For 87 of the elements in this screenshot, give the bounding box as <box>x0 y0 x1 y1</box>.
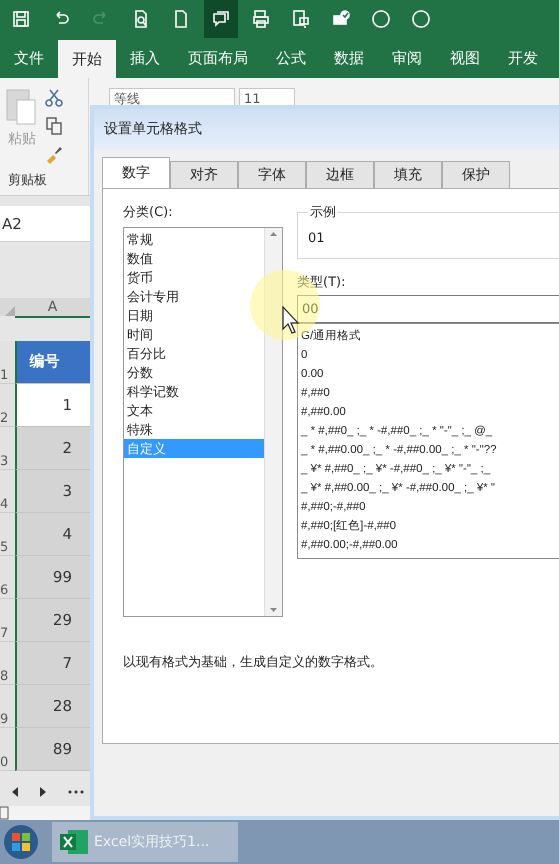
list-item[interactable]: #,##0.00 <box>301 402 559 421</box>
category-list[interactable]: 常规 数值 货币 会计专用 日期 时间 百分比 分数 科学记数 文本 特殊 自定义 <box>123 227 283 617</box>
up-arrow-icon[interactable] <box>270 232 277 236</box>
save-icon <box>11 9 31 29</box>
left-arrow-icon[interactable] <box>12 786 18 797</box>
ribbon-tab[interactable]: 公式 <box>262 38 320 78</box>
list-item[interactable]: 货币 <box>124 268 264 287</box>
list-item[interactable]: 0 <box>301 345 559 364</box>
list-item[interactable]: 分数 <box>124 363 264 382</box>
row-number: 8 <box>0 642 15 685</box>
row-number: 2 <box>0 384 15 427</box>
list-item[interactable]: #,##0;[红色]-#,##0 <box>301 516 559 535</box>
copy-icon[interactable] <box>44 116 64 136</box>
dialog-title: 设置单元格格式 <box>94 109 559 149</box>
list-item[interactable]: 日期 <box>124 306 264 325</box>
type-label: 类型(T): <box>297 274 346 291</box>
list-item[interactable]: 数值 <box>124 249 264 268</box>
list-item[interactable]: _ * #,##0.00_ ;_ * -#,##0.00_ ;_ * "-"?? <box>301 440 559 459</box>
ribbon-tab[interactable]: 页面布局 <box>174 38 262 78</box>
table-cell: 29 <box>15 598 90 642</box>
row-number: 4 <box>0 470 15 513</box>
row-number: 5 <box>0 512 15 556</box>
table-cell: 2 <box>15 426 90 470</box>
list-item[interactable]: _ ¥* #,##0.00_ ;_ ¥* -#,##0.00_ ;_ ¥* " <box>301 478 559 497</box>
dialog-tab[interactable]: 边框 <box>306 161 374 189</box>
comment-icon <box>211 9 231 29</box>
screen-icon <box>291 9 311 29</box>
list-item[interactable]: _ * #,##0_ ;_ * -#,##0_ ;_ * "-"_ ;_ @_ <box>301 421 559 440</box>
sample-value: 01 <box>308 231 325 246</box>
ribbon-tab[interactable]: 开发 <box>494 38 552 78</box>
description-text: 以现有格式为基础，生成自定义的数字格式。 <box>123 654 384 671</box>
row-number: 0 <box>0 728 15 771</box>
list-item[interactable]: 会计专用 <box>124 287 264 306</box>
page-layout-icon[interactable] <box>0 806 9 820</box>
sample-label: 示例 <box>309 204 337 221</box>
category-label: 分类(C): <box>123 204 174 221</box>
list-item[interactable]: #,##0.00;-#,##0.00 <box>301 535 559 554</box>
table-cell: 28 <box>15 684 90 728</box>
list-item[interactable]: #,##0 <box>301 383 559 402</box>
start-icon[interactable] <box>2 823 40 862</box>
group-label: 剪贴板 <box>7 172 48 190</box>
row-number: 6 <box>0 556 15 599</box>
table-cell: 3 <box>15 470 90 513</box>
ribbon-tab[interactable]: 文件 <box>0 38 58 78</box>
table-cell: 7 <box>15 642 90 685</box>
ribbon-tab[interactable]: 视图 <box>436 38 494 78</box>
list-item[interactable]: 0.00 <box>301 364 559 383</box>
list-item[interactable]: G/通用格式 <box>301 326 559 345</box>
printer-icon <box>251 9 271 29</box>
row-number: 3 <box>0 426 15 470</box>
spreadsheet-icon <box>60 828 88 856</box>
list-item[interactable]: _ ¥* #,##0_ ;_ ¥* -#,##0_ ;_ ¥* "-"_ ;_ <box>301 459 559 478</box>
list-item[interactable]: 科学记数 <box>124 382 264 401</box>
more-icon[interactable] <box>68 790 84 794</box>
down-arrow-icon[interactable] <box>270 608 277 612</box>
ribbon-tab[interactable]: 插入 <box>116 38 174 78</box>
dialog-tab[interactable]: 对齐 <box>170 161 238 189</box>
ribbon-tab[interactable]: 开始 <box>58 40 116 78</box>
table-cell: 4 <box>15 512 90 556</box>
column-header[interactable]: A <box>15 298 90 318</box>
ribbon-tab[interactable]: 数据 <box>320 38 378 78</box>
toolbar-button[interactable] <box>204 0 238 38</box>
circle-icon <box>411 9 431 29</box>
dialog-tab[interactable]: 数字 <box>102 157 170 188</box>
dialog-tab[interactable]: 字体 <box>238 161 306 189</box>
list-item[interactable]: 百分比 <box>124 344 264 363</box>
list-item[interactable]: 常规 <box>124 230 264 249</box>
table-cell: 89 <box>15 728 90 771</box>
list-item[interactable]: 特殊 <box>124 420 264 439</box>
dialog-tab[interactable]: 保护 <box>442 161 510 189</box>
list-item[interactable]: 文本 <box>124 401 264 420</box>
list-item[interactable]: 时间 <box>124 325 264 344</box>
table-cell: 1 <box>15 384 90 427</box>
name-box[interactable]: A2 <box>0 214 90 233</box>
dialog-tab[interactable]: 填充 <box>374 161 442 189</box>
scissors-icon[interactable] <box>44 88 64 108</box>
header-cell: 编号 <box>15 340 90 384</box>
table-cell: 99 <box>15 556 90 599</box>
row-number: 9 <box>0 684 15 728</box>
row-number: 7 <box>0 598 15 642</box>
row-number: 1 <box>0 340 15 384</box>
format-list[interactable] <box>297 323 559 559</box>
list-item[interactable]: #,##0;-#,##0 <box>301 497 559 516</box>
circle-icon <box>371 9 391 29</box>
ribbon-tab[interactable]: 审阅 <box>378 38 436 78</box>
pointer-icon <box>282 306 302 334</box>
right-arrow-icon[interactable] <box>40 786 46 797</box>
